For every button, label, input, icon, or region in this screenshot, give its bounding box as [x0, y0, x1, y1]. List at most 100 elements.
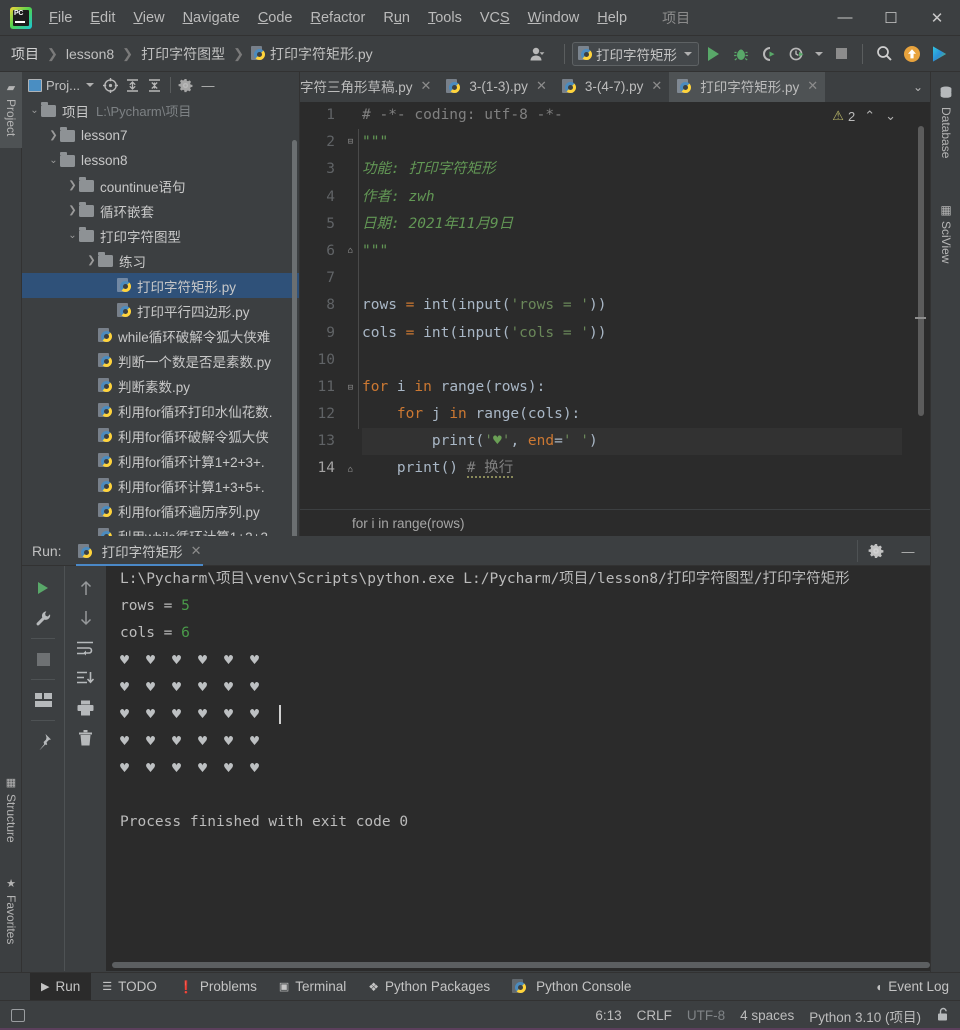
- hide-pane-icon[interactable]: —: [197, 74, 219, 96]
- scroll-to-end-icon[interactable]: [71, 664, 101, 692]
- clear-all-icon[interactable]: [71, 724, 101, 752]
- tree-item[interactable]: 利用for循环遍历序列.py: [22, 498, 299, 523]
- bottom-tab-problems[interactable]: ❗ Problems: [168, 973, 268, 1001]
- close-button[interactable]: ✕: [914, 0, 960, 36]
- menu-run[interactable]: Run: [374, 0, 419, 36]
- chevron-right-icon[interactable]: ❯: [66, 180, 79, 191]
- gear-icon[interactable]: [862, 540, 890, 562]
- console-horizontal-scrollbar[interactable]: [106, 960, 930, 969]
- chevron-down-icon[interactable]: ⌄: [47, 155, 60, 166]
- breadcrumb-item-0[interactable]: 项目: [10, 44, 40, 64]
- run-configuration-selector[interactable]: 打印字符矩形: [572, 41, 699, 66]
- indent-setting[interactable]: 4 spaces: [740, 1008, 794, 1023]
- tree-item[interactable]: ❯ 练习: [22, 248, 299, 273]
- chevron-right-icon[interactable]: ❯: [47, 130, 60, 141]
- file-encoding[interactable]: UTF-8: [687, 1008, 725, 1023]
- prev-problem-icon[interactable]: ⌃: [864, 108, 875, 124]
- tree-item[interactable]: ❯ countinue语句: [22, 173, 299, 198]
- code-content[interactable]: # -*- coding: utf-8 -*- """ 功能: 打印字符矩形 作…: [362, 102, 902, 483]
- minimize-button[interactable]: —: [822, 0, 868, 36]
- stop-button[interactable]: [28, 645, 58, 673]
- profile-button[interactable]: [784, 41, 810, 67]
- project-tree[interactable]: ⌄ 项目 L:\Pycharm\项目 ❯ lesson7 ⌄ lesson8 ❯ countin…: [22, 98, 299, 536]
- menu-window[interactable]: Window: [519, 0, 589, 36]
- tree-item[interactable]: 利用while循环计算1+2+3: [22, 523, 299, 536]
- caret-position[interactable]: 6:13: [595, 1008, 621, 1023]
- wrench-icon[interactable]: [28, 604, 58, 632]
- fold-gutter[interactable]: ⊟ ⌂ ⊟ ⌂: [342, 102, 358, 509]
- scroll-down-icon[interactable]: [71, 604, 101, 632]
- close-icon[interactable]: ✕: [421, 78, 432, 94]
- expand-all-icon[interactable]: [122, 74, 144, 96]
- run-button[interactable]: [700, 41, 726, 67]
- editor-tab-0[interactable]: 字符三角形草稿.py ✕: [300, 72, 438, 102]
- update-project-icon[interactable]: [899, 41, 925, 67]
- breadcrumb-item-1[interactable]: lesson8: [65, 46, 115, 62]
- editor-tab-2[interactable]: 3-(4-7).py ✕: [554, 72, 669, 102]
- ide-settings-icon[interactable]: [927, 41, 953, 67]
- bottom-tab-event-log[interactable]: ◖ Event Log: [864, 973, 960, 1001]
- tree-item[interactable]: while循环破解令狐大侠难: [22, 323, 299, 348]
- gear-icon[interactable]: [175, 74, 197, 96]
- tree-item[interactable]: 利用for循环打印水仙花数.: [22, 398, 299, 423]
- menu-refactor[interactable]: Refactor: [302, 0, 375, 36]
- tree-item[interactable]: 打印字符矩形.py: [22, 273, 299, 298]
- tree-item[interactable]: 打印平行四边形.py: [22, 298, 299, 323]
- code-editor[interactable]: 1 2 3 4 5 6 7 8 9 10 11 12 13 14 ⊟ ⌂ ⊟ ⌂: [300, 102, 930, 509]
- chevron-right-icon[interactable]: ❯: [85, 255, 98, 266]
- fold-collapse-icon[interactable]: ⊟: [345, 137, 356, 148]
- menu-navigate[interactable]: Navigate: [174, 0, 249, 36]
- editor-tab-1[interactable]: 3-(1-3).py ✕: [438, 72, 553, 102]
- sidebar-item-database[interactable]: Database: [931, 76, 960, 168]
- menu-edit[interactable]: Edit: [81, 0, 124, 36]
- bottom-tab-python-console[interactable]: Python Console: [501, 973, 642, 1001]
- menu-vcs[interactable]: VCS: [471, 0, 519, 36]
- user-icon[interactable]: [522, 41, 556, 67]
- collapse-all-icon[interactable]: [144, 74, 166, 96]
- tree-item[interactable]: ⌄ 打印字符图型: [22, 223, 299, 248]
- tree-item[interactable]: ⌄ 项目 L:\Pycharm\项目: [22, 98, 299, 123]
- sidebar-item-project[interactable]: ▰ Project: [0, 72, 22, 148]
- menu-tools[interactable]: Tools: [419, 0, 471, 36]
- bottom-tab-todo[interactable]: ☰ TODO: [91, 973, 168, 1001]
- fold-end-icon[interactable]: ⌂: [345, 465, 356, 476]
- bottom-tab-python-packages[interactable]: ❖ Python Packages: [357, 973, 501, 1001]
- tree-item[interactable]: ❯ lesson7: [22, 123, 299, 148]
- debug-button[interactable]: [728, 41, 754, 67]
- console-output[interactable]: L:\Pycharm\项目\venv\Scripts\python.exe L:…: [106, 566, 930, 971]
- tree-item[interactable]: 利用for循环计算1+2+3+.: [22, 448, 299, 473]
- editor-tab-3[interactable]: 打印字符矩形.py ✕: [669, 72, 826, 102]
- menu-file[interactable]: File: [40, 0, 81, 36]
- breadcrumb-item-3[interactable]: 打印字符矩形.py: [269, 44, 374, 64]
- layout-icon[interactable]: [28, 686, 58, 714]
- stop-button[interactable]: [828, 41, 854, 67]
- hide-all-windows-icon[interactable]: [6, 1009, 30, 1022]
- close-icon[interactable]: ✕: [191, 543, 202, 559]
- fold-collapse-icon[interactable]: ⊟: [345, 383, 356, 394]
- run-with-coverage-button[interactable]: [756, 41, 782, 67]
- fold-end-icon[interactable]: ⌂: [345, 246, 356, 257]
- tree-item[interactable]: ❯ 循环嵌套: [22, 198, 299, 223]
- sidebar-item-favorites[interactable]: ★ Favorites: [0, 862, 22, 962]
- close-icon[interactable]: ✕: [807, 78, 818, 94]
- code-breadcrumb[interactable]: for i in range(rows): [300, 509, 930, 536]
- line-separator[interactable]: CRLF: [637, 1008, 672, 1023]
- tree-item[interactable]: 利用for循环破解令狐大侠: [22, 423, 299, 448]
- hide-window-icon[interactable]: —: [894, 540, 922, 562]
- sidebar-item-sciview[interactable]: ▦ SciView: [931, 190, 960, 278]
- pin-icon[interactable]: [28, 727, 58, 755]
- next-problem-icon[interactable]: ⌄: [885, 108, 896, 124]
- sidebar-item-structure[interactable]: ▦ Structure: [0, 762, 22, 858]
- chevron-down-icon[interactable]: ⌄: [28, 105, 41, 116]
- project-pane-title[interactable]: Proj...: [28, 78, 94, 93]
- bottom-tab-terminal[interactable]: ▣ Terminal: [268, 973, 357, 1001]
- tree-item[interactable]: 利用for循环计算1+3+5+.: [22, 473, 299, 498]
- menu-view[interactable]: View: [124, 0, 173, 36]
- run-tab[interactable]: 打印字符矩形 ✕: [70, 537, 210, 566]
- search-icon[interactable]: [871, 41, 897, 67]
- chevron-down-icon[interactable]: ⌄: [66, 230, 79, 241]
- editor-scrollbar[interactable]: [918, 126, 924, 416]
- chevron-down-icon[interactable]: ⌄: [906, 72, 930, 102]
- print-icon[interactable]: [71, 694, 101, 722]
- menu-code[interactable]: Code: [249, 0, 302, 36]
